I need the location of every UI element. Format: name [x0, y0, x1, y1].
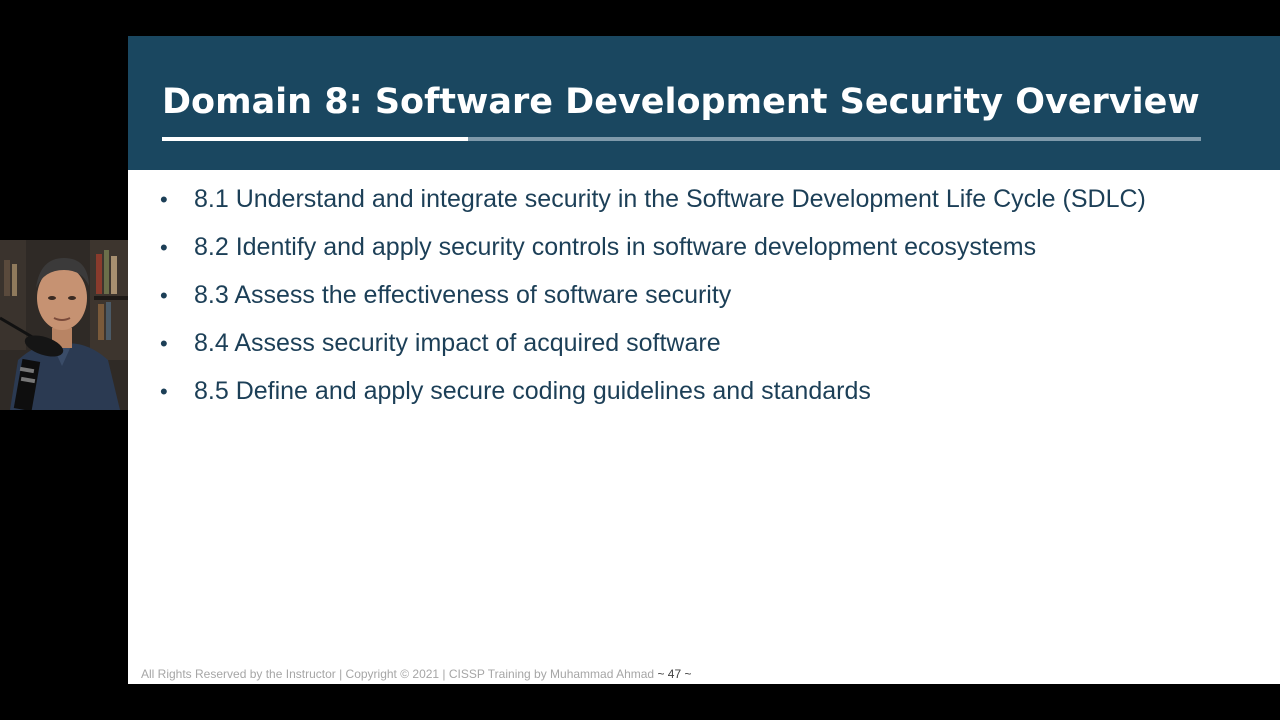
presentation-slide: Domain 8: Software Development Security …: [128, 36, 1280, 684]
bullet-icon: •: [160, 235, 168, 260]
objective-8-4: • 8.4 Assess security impact of acquired…: [160, 326, 1220, 361]
objective-text: 8.3 Assess the effectiveness of software…: [194, 281, 732, 309]
objective-text: 8.2 Identify and apply security controls…: [194, 233, 1037, 261]
objective-8-5: • 8.5 Define and apply secure coding gui…: [160, 374, 1220, 409]
objective-8-1: • 8.1 Understand and integrate security …: [160, 182, 1220, 217]
bullet-icon: •: [160, 283, 168, 308]
bullet-icon: •: [160, 187, 168, 212]
objectives-list: • 8.1 Understand and integrate security …: [160, 182, 1220, 422]
objective-text: 8.4 Assess security impact of acquired s…: [194, 329, 721, 357]
title-underline-accent: [162, 137, 468, 141]
objective-8-3: • 8.3 Assess the effectiveness of softwa…: [160, 278, 1220, 313]
objective-text: 8.1 Understand and integrate security in…: [194, 185, 1146, 213]
webcam-illustration: [0, 240, 128, 410]
slide-footer: All Rights Reserved by the Instructor | …: [141, 666, 691, 682]
page-number: ~ 47 ~: [657, 667, 692, 681]
objective-text: 8.5 Define and apply secure coding guide…: [194, 377, 871, 405]
bullet-icon: •: [160, 379, 168, 404]
presenter-webcam-icon: [0, 240, 128, 410]
objective-8-2: • 8.2 Identify and apply security contro…: [160, 230, 1220, 265]
title-underline: [162, 137, 1201, 141]
bullet-icon: •: [160, 331, 168, 356]
slide-title: Domain 8: Software Development Security …: [162, 82, 1200, 122]
video-frame: Domain 8: Software Development Security …: [0, 0, 1280, 720]
slide-header: Domain 8: Software Development Security …: [128, 36, 1280, 170]
copyright-text: All Rights Reserved by the Instructor | …: [141, 667, 655, 681]
